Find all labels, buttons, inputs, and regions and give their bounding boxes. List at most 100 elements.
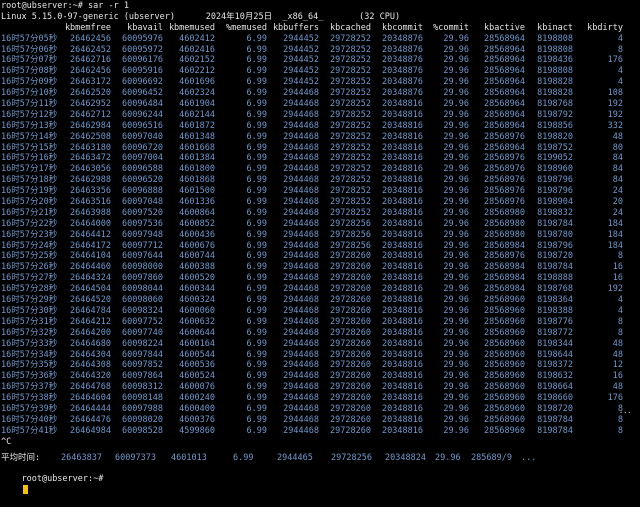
average-value: 26463837 (61, 452, 102, 463)
row-value: 60096244 (122, 109, 163, 120)
row-value: 26464000 (70, 218, 111, 229)
row-timestamp: 16时57分20秒 (1, 197, 58, 208)
table-row: 16时57分16秒 26463472 60097004 4601384 6.99 2944… (1, 153, 639, 164)
row-value: 4600852 (179, 218, 215, 229)
row-value: 29.96 (443, 153, 469, 164)
row-timestamp: 16时57分08秒 (1, 66, 58, 77)
row-value: 2944468 (283, 164, 319, 175)
row-value: 29.96 (443, 349, 469, 360)
row-value: 6.99 (246, 44, 267, 55)
row-value: 29.96 (443, 382, 469, 393)
row-value: 20348816 (382, 109, 423, 120)
row-value: 8198888 (537, 273, 573, 284)
table-row: 16时57分07秒 26462716 60096176 4602152 6.99 2944… (1, 55, 639, 66)
row-value: 29728252 (330, 33, 371, 44)
row-value: 29.96 (443, 44, 469, 55)
table-row: 16时57分09秒 26463172 60096692 4601696 6.99 2944… (1, 77, 639, 88)
command-line: root@ubserver:~# sar -r 1 (1, 1, 129, 11)
row-value: 8198644 (537, 349, 573, 360)
row-value: 2944452 (283, 66, 319, 77)
row-value: 4601696 (179, 77, 215, 88)
row-value: 4600676 (179, 240, 215, 251)
row-value: 8198904 (537, 197, 573, 208)
row-value: 26464784 (70, 305, 111, 316)
prompt-text: root@ubserver:~# (21, 474, 104, 485)
row-value: 8198808 (537, 44, 573, 55)
row-value: 2944468 (283, 88, 319, 99)
row-value: 28568960 (484, 393, 525, 404)
row-value: 2944468 (283, 240, 319, 251)
row-value: 176 (607, 55, 623, 66)
header-kbinact: kbinact (537, 22, 573, 33)
row-value: 24 (612, 207, 623, 218)
table-row: 16时57分10秒 26462520 60096452 4602324 6.99 2944… (1, 88, 639, 99)
row-value: 29728260 (330, 425, 371, 436)
average-value: 29728256 (331, 452, 372, 463)
row-value: 4 (617, 33, 623, 44)
table-row: 16时57分15秒 26463180 60096720 4601668 6.99 2944… (1, 143, 639, 154)
row-value: 6.99 (246, 120, 267, 131)
row-value: 4600536 (179, 360, 215, 371)
row-value: 4600388 (179, 262, 215, 273)
row-value: 29728252 (330, 131, 371, 142)
row-value: 4600864 (179, 207, 215, 218)
row-timestamp: 16时57分34秒 (1, 349, 58, 360)
row-value: 20348816 (382, 262, 423, 273)
row-value: 26464520 (70, 295, 111, 306)
text-cursor[interactable] (23, 485, 29, 495)
row-value: 6.99 (246, 251, 267, 262)
row-value: 2944468 (283, 207, 319, 218)
row-value: 20348816 (382, 316, 423, 327)
row-value: 2944468 (283, 295, 319, 306)
row-value: 60096520 (122, 175, 163, 186)
row-value: 8198828 (537, 77, 573, 88)
row-timestamp: 16时57分21秒 (1, 207, 58, 218)
row-value: 28568964 (484, 120, 525, 131)
row-value: 29728252 (330, 164, 371, 175)
row-value: 20348816 (382, 142, 423, 153)
row-timestamp: 16时57分26秒 (1, 262, 58, 273)
row-value: 29728252 (330, 142, 371, 153)
row-value: 29.96 (443, 338, 469, 349)
terminal-window[interactable]: root@ubserver:~# sar -r 1 Linux 5.15.0-9… (1, 1, 639, 495)
shell-prompt[interactable]: root@ubserver:~# (1, 463, 639, 495)
row-value: 6.99 (246, 360, 267, 371)
row-value: 6.99 (246, 142, 267, 153)
row-value: 26462952 (70, 99, 111, 110)
row-value: 29728252 (330, 66, 371, 77)
row-value: 29.96 (443, 142, 469, 153)
row-value: 29.96 (443, 316, 469, 327)
row-value: 48 (612, 131, 623, 142)
row-value: 26462712 (70, 109, 111, 120)
row-value: 60097520 (122, 207, 163, 218)
row-value: 4 (617, 66, 623, 77)
row-value: 4600744 (179, 251, 215, 262)
row-value: 26462984 (70, 120, 111, 131)
row-value: 8198772 (537, 327, 573, 338)
row-value: 28568960 (484, 382, 525, 393)
interrupt-indicator: ^C (1, 436, 12, 447)
row-value: 60098528 (122, 425, 163, 436)
row-value: 29728260 (330, 327, 371, 338)
row-value: 4600344 (179, 284, 215, 295)
row-value: 26464200 (70, 327, 111, 338)
row-value: 8198768 (537, 99, 573, 110)
row-timestamp: 16时57分07秒 (1, 55, 58, 66)
row-value: 2944468 (283, 142, 319, 153)
average-value: 29.96 (435, 452, 461, 463)
row-value: 28568960 (484, 295, 525, 306)
row-value: 60096516 (122, 120, 163, 131)
table-row: 16时57分30秒 26464784 60098324 4600060 6.99 2944… (1, 306, 639, 317)
row-value: 8198720 (537, 403, 573, 414)
row-value: 28568964 (484, 66, 525, 77)
row-value: 2944468 (283, 109, 319, 120)
row-value: 6.99 (246, 218, 267, 229)
row-value: 29728256 (330, 240, 371, 251)
row-value: 60097988 (122, 403, 163, 414)
row-value: 8 (617, 44, 623, 55)
header-kbavail: kbavail (127, 22, 163, 33)
row-value: 29728260 (330, 262, 371, 273)
row-value: 8 (617, 316, 623, 327)
table-row: 16时57分19秒 26463356 60096888 4601500 6.99 2944… (1, 186, 639, 197)
header-kbbuffers: kbbuffers (272, 22, 319, 33)
